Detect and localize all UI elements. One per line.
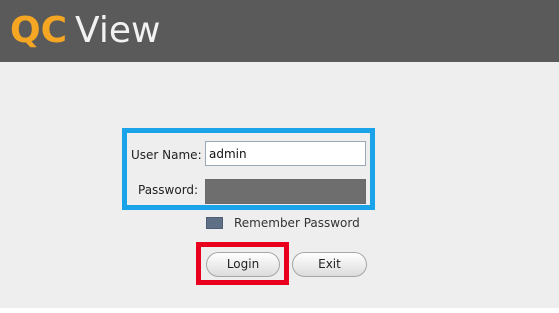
- remember-password-checkbox[interactable]: [206, 217, 223, 229]
- exit-button[interactable]: Exit: [292, 252, 367, 277]
- logo-brand-text: QC: [10, 10, 68, 51]
- app-logo: QC View: [10, 6, 160, 56]
- credentials-highlight-box: [122, 128, 375, 210]
- remember-password-label[interactable]: Remember Password: [234, 216, 360, 230]
- panel-bottom-edge: [0, 308, 559, 313]
- logo-product-text: View: [75, 10, 161, 51]
- title-bar: QC View: [0, 0, 559, 62]
- login-highlight-box: [196, 242, 289, 285]
- login-window: QCView User Name: Password: Remember Pas…: [0, 0, 559, 313]
